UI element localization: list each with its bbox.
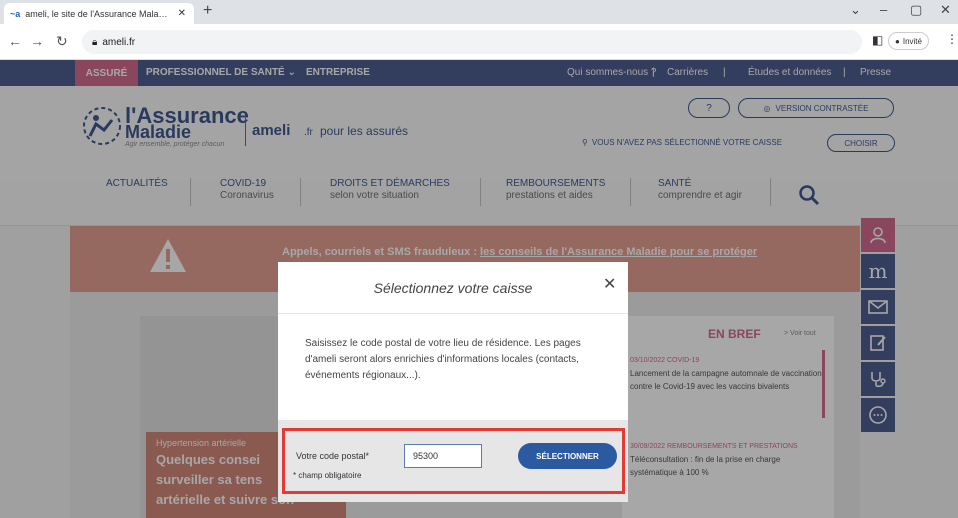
required-note: * champ obligatoire	[293, 471, 362, 480]
modal-body-text: Saisissez le code postal de votre lieu d…	[305, 338, 581, 381]
minimize-icon[interactable]: –	[880, 2, 887, 17]
modal-close-icon[interactable]: ✕	[603, 274, 616, 294]
select-caisse-button[interactable]: SÉLECTIONNER	[518, 443, 617, 469]
window-close-icon[interactable]: ✕	[940, 2, 951, 18]
new-tab-icon[interactable]: +	[203, 2, 212, 20]
reload-icon[interactable]: ↻	[56, 33, 68, 50]
profile-button[interactable]: ● Invité	[888, 32, 929, 50]
tab-close-icon[interactable]: ✕	[178, 8, 186, 19]
tab-title: ameli, le site de l'Assurance Mala…	[25, 8, 168, 19]
profile-label: Invité	[902, 36, 922, 46]
forward-icon[interactable]: →	[30, 33, 44, 49]
postal-code-input[interactable]	[404, 444, 482, 468]
profile-avatar-icon: ●	[895, 36, 900, 46]
tab-search-icon[interactable]: ⌄	[850, 2, 861, 18]
back-icon[interactable]: ←	[8, 33, 22, 49]
browser-menu-icon[interactable]: ⋮	[946, 32, 958, 46]
sidepanel-icon[interactable]: ◧	[872, 33, 883, 47]
ameli-favicon-icon: ~a	[10, 8, 21, 19]
address-url: ameli.fr	[102, 36, 136, 48]
lock-icon: 🔒︎	[92, 36, 98, 48]
browser-tab[interactable]: ~a ameli, le site de l'Assurance Mala… ✕	[4, 3, 194, 24]
modal-title: Sélectionnez votre caisse	[373, 280, 533, 296]
postal-code-label: Votre code postal*	[296, 451, 370, 461]
maximize-icon[interactable]: ▢	[910, 2, 922, 18]
address-bar[interactable]: 🔒︎ ameli.fr	[82, 30, 862, 54]
